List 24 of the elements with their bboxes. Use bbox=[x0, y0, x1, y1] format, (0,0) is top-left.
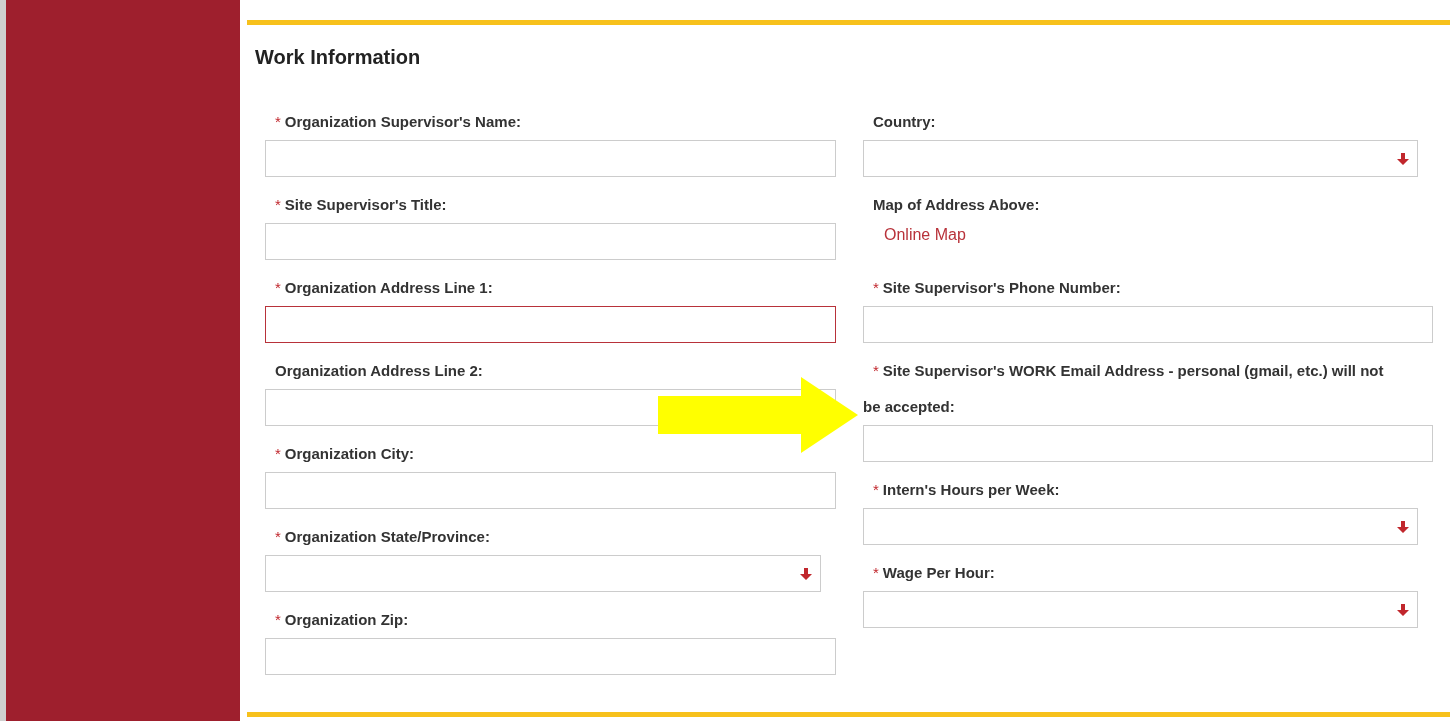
down-arrow-icon bbox=[1397, 152, 1409, 165]
dropdown[interactable] bbox=[863, 140, 1418, 177]
field-label: Organization Address Line 2: bbox=[274, 361, 484, 381]
field-label: * Wage Per Hour: bbox=[872, 563, 996, 583]
field-label: * Site Supervisor's Phone Number: bbox=[872, 278, 1122, 298]
field-label: * Site Supervisor's Title: bbox=[274, 195, 448, 215]
field-label: * Organization City: bbox=[274, 444, 415, 464]
dropdown[interactable] bbox=[265, 555, 821, 592]
dropdown[interactable] bbox=[863, 591, 1418, 628]
section-title: Work Information bbox=[255, 45, 421, 70]
online-map-link[interactable]: Online Map bbox=[884, 225, 966, 245]
dropdown[interactable] bbox=[863, 508, 1418, 545]
field-label: Country: bbox=[872, 112, 937, 132]
field-label: * Organization Supervisor's Name: bbox=[274, 112, 522, 132]
down-arrow-icon bbox=[1397, 520, 1409, 533]
down-arrow-icon bbox=[800, 567, 812, 580]
field-label: * Organization State/Province: bbox=[274, 527, 491, 547]
input-field[interactable] bbox=[265, 306, 836, 343]
field-label: * Organization Zip: bbox=[274, 610, 410, 630]
field-label: * Organization Address Line 1: bbox=[274, 278, 494, 298]
field-label: * Intern's Hours per Week: bbox=[872, 480, 1061, 500]
field-label: Map of Address Above: bbox=[872, 195, 1041, 215]
field-label: * Site Supervisor's WORK Email Address - personal (gmail, etc.) will not be accepted: bbox=[863, 361, 1385, 417]
down-arrow-icon bbox=[1397, 603, 1409, 616]
